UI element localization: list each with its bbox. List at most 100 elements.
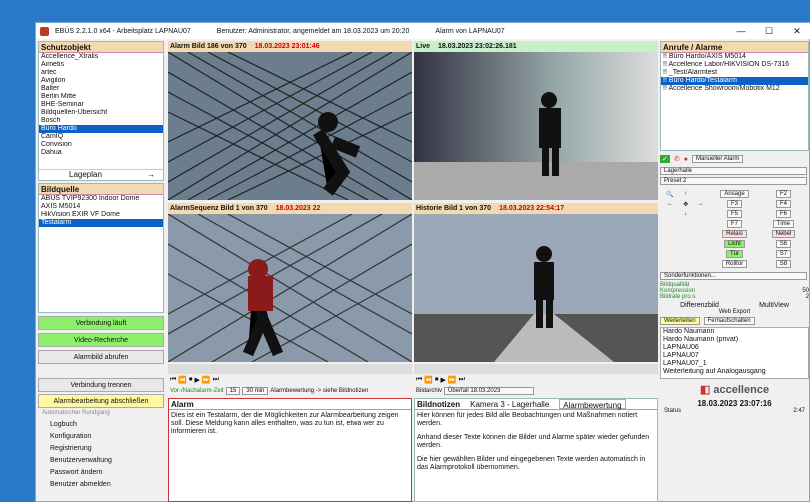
alarmbewertung-select[interactable]: Alarmbewertung xyxy=(559,399,626,410)
anruf-item[interactable]: !! Accellence Showroom/Mobotix M12 xyxy=(661,85,808,93)
web-export-checkbox[interactable]: Web Export xyxy=(660,309,809,315)
schutzobjekt-item[interactable]: Büro Hardo xyxy=(39,125,163,133)
contact-item[interactable]: Weiterleitung auf Analogausgang xyxy=(661,368,808,376)
rewind-icon[interactable]: ⏪ xyxy=(424,376,433,384)
video4-view[interactable] xyxy=(414,214,658,362)
licht-button[interactable]: Licht xyxy=(724,240,745,248)
menu-item[interactable]: Benutzerverwaltung xyxy=(38,455,164,467)
menu-item[interactable]: Konfiguration xyxy=(38,431,164,443)
f7-button[interactable]: F7 xyxy=(726,220,742,228)
f2-button[interactable]: F2 xyxy=(775,190,791,198)
contact-item[interactable]: LAPNAU07 xyxy=(661,352,808,360)
rolltor-button[interactable]: Rolltor xyxy=(721,260,748,268)
forward-icon[interactable]: ⏩ xyxy=(202,376,211,384)
anruf-item[interactable]: !! Büro Hardo/AXIS M5014 xyxy=(661,53,808,61)
video1-view[interactable] xyxy=(168,52,412,200)
move-icon[interactable]: ✥ xyxy=(680,200,692,208)
up-arrow-icon[interactable]: ↑ xyxy=(680,190,692,198)
relais-button[interactable]: Relais xyxy=(722,230,747,238)
schutzobjekt-item[interactable]: Accellence_Xtralis xyxy=(39,53,163,61)
forward-icon[interactable]: ⏩ xyxy=(448,376,457,384)
contact-item[interactable]: LAPNAU06 xyxy=(661,344,808,352)
time-button[interactable]: Time xyxy=(772,220,795,228)
schutzobjekt-item[interactable]: Bildquellen-Übersicht xyxy=(39,109,163,117)
sonderfunktionen-select[interactable]: Sonderfunktionen... xyxy=(660,272,807,280)
bildquelle-item[interactable]: Testalarm xyxy=(39,219,163,227)
minimize-button[interactable]: — xyxy=(727,23,755,39)
accept-icon[interactable]: ✓ xyxy=(660,155,670,163)
video-recherche-button[interactable]: Video-Recherche xyxy=(38,333,164,347)
nebel-button[interactable]: Nebel xyxy=(771,230,796,238)
anruf-item[interactable]: !! Accellence Labor/HIKVISION DS-7316 xyxy=(661,61,808,69)
bildquelle-item[interactable]: AXIS M5014 xyxy=(39,203,163,211)
stop-icon[interactable]: ⏹ xyxy=(435,376,439,384)
differenzbild-button[interactable]: Differenzbild xyxy=(680,302,719,309)
s8-button[interactable]: S8 xyxy=(775,260,792,268)
lagerhalle-select[interactable]: Lagerhalle xyxy=(660,167,807,175)
multiview-button[interactable]: MultiView xyxy=(759,302,789,309)
verbindung-trennen-button[interactable]: Verbindung trennen xyxy=(38,378,164,392)
automatischer-rundgang-checkbox[interactable]: Automatischer Rundgang xyxy=(38,410,164,419)
bildquelle-item[interactable]: ABUS TVIP92300 Indoor Dome xyxy=(39,195,163,203)
contact-item[interactable]: Hardo Naumann (privat) xyxy=(661,336,808,344)
schutzobjekt-item[interactable]: Bosch xyxy=(39,117,163,125)
stop-icon[interactable]: ⏹ xyxy=(189,376,193,384)
schutzobjekt-item[interactable]: artec xyxy=(39,69,163,77)
alarm-text[interactable]: Dies ist ein Testalarm, der die Möglichk… xyxy=(169,410,411,438)
skip-back-icon[interactable]: ⏮ xyxy=(170,376,176,384)
play-icon[interactable]: ▶ xyxy=(441,376,446,384)
schutzobjekt-item[interactable]: Berlin Mitte xyxy=(39,93,163,101)
anruf-item[interactable]: !! Büro Hardo/Testalarm xyxy=(661,77,808,85)
video3-view[interactable] xyxy=(168,214,412,362)
schutzobjekt-item[interactable]: Avigilon xyxy=(39,77,163,85)
vor-nach-input[interactable]: 15 xyxy=(225,387,241,395)
schutzobjekt-item[interactable]: Aimetis xyxy=(39,61,163,69)
rewind-icon[interactable]: ⏪ xyxy=(178,376,187,384)
s6-button[interactable]: S6 xyxy=(775,240,792,248)
phone-icon[interactable]: ✆ xyxy=(674,155,680,163)
preset-select[interactable]: Preset 2 xyxy=(660,177,807,185)
tuer-button[interactable]: Tür xyxy=(725,250,743,258)
s7-button[interactable]: S7 xyxy=(775,250,792,258)
schutzobjekt-item[interactable]: BHE-Seminar xyxy=(39,101,163,109)
verbindung-laeuft-button[interactable]: Verbindung läuft xyxy=(38,316,164,330)
menu-item[interactable]: Passwort ändern xyxy=(38,467,164,479)
skip-forward-icon[interactable]: ⏭ xyxy=(213,376,219,384)
menu-item[interactable]: Benutzer abmelden xyxy=(38,479,164,491)
contact-item[interactable]: Hardo Naumann xyxy=(661,328,808,336)
right-arrow-icon[interactable]: → xyxy=(694,200,707,208)
schutzobjekt-item[interactable]: Balter xyxy=(39,85,163,93)
menu-item[interactable]: Registrierung xyxy=(38,443,164,455)
sec-input[interactable]: 30 min xyxy=(242,387,269,395)
skip-forward-icon[interactable]: ⏭ xyxy=(459,376,465,384)
record-icon[interactable]: ● xyxy=(684,156,688,163)
anruf-item[interactable]: !! _Test/Alarmtest xyxy=(661,69,808,77)
weiterleiten-button[interactable]: Weiterleiten xyxy=(660,317,700,325)
timeline-right[interactable] xyxy=(414,364,658,374)
alarmbearbeitung-button[interactable]: Alarmbearbeitung abschließen xyxy=(38,394,164,408)
f5-button[interactable]: F5 xyxy=(726,210,742,218)
down-arrow-icon[interactable]: ↓ xyxy=(680,210,692,218)
fernaufschalten-button[interactable]: Fernaufschalten xyxy=(703,317,755,325)
schutzobjekt-item[interactable]: Dahua xyxy=(39,149,163,157)
ansage-button[interactable]: Ansage xyxy=(720,190,749,198)
f6-button[interactable]: F6 xyxy=(775,210,791,218)
timeline-left[interactable] xyxy=(168,364,412,374)
lageplan-button[interactable]: Lageplan xyxy=(69,170,102,180)
close-button[interactable]: ✕ xyxy=(783,23,810,39)
skip-back-icon[interactable]: ⏮ xyxy=(416,376,422,384)
schutzobjekt-item[interactable]: CamIQ xyxy=(39,133,163,141)
left-arrow-icon[interactable]: ← xyxy=(662,200,678,208)
contact-item[interactable]: LAPNAU07_1 xyxy=(661,360,808,368)
video2-view[interactable] xyxy=(414,52,658,200)
bildquelle-item[interactable]: HikVision EXIR VF Dome xyxy=(39,211,163,219)
manueller-alarm-button[interactable]: Manueller Alarm xyxy=(691,155,744,163)
alarmbild-abrufen-button[interactable]: Alarmbild abrufen xyxy=(38,350,164,364)
zoom-icon[interactable]: 🔍 xyxy=(662,190,678,198)
arrow-right-icon[interactable]: → xyxy=(147,170,155,180)
f4-button[interactable]: F4 xyxy=(775,200,791,208)
play-icon[interactable]: ▶ xyxy=(195,376,200,384)
f3-button[interactable]: F3 xyxy=(726,200,742,208)
bildarchiv-select[interactable]: Überfall 18.03.2023 xyxy=(444,387,535,395)
maximize-button[interactable]: ☐ xyxy=(755,23,783,39)
